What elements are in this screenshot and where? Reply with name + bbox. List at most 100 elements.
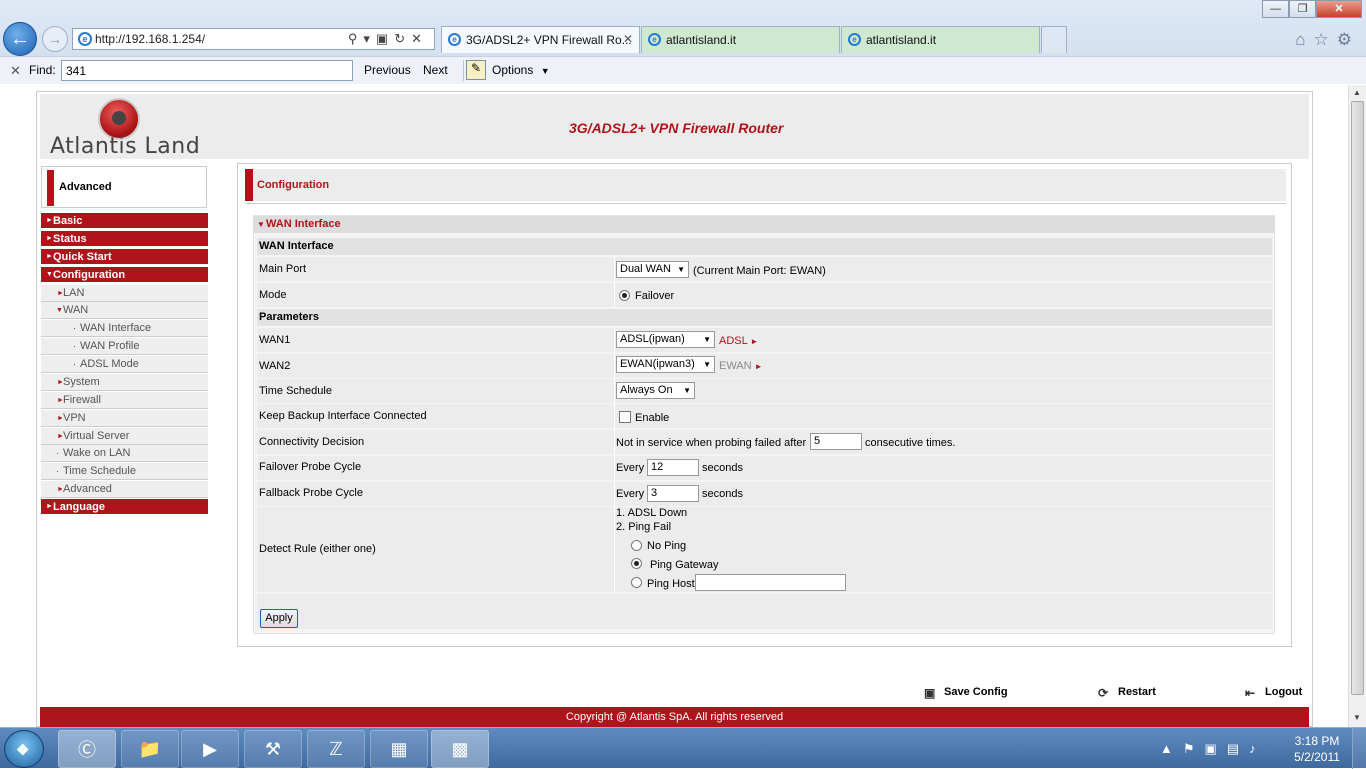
row-wan2: WAN2 (257, 354, 1272, 378)
maximize-button[interactable]: ❐ (1289, 0, 1316, 18)
scrollbar-thumb[interactable] (1351, 101, 1364, 695)
nav-advanced[interactable]: ► Advanced (41, 481, 208, 498)
wan2-select[interactable]: EWAN(ipwan3) ▼ (616, 356, 715, 373)
highlight-icon[interactable]: ✎ (466, 60, 486, 80)
save-config-button[interactable]: ▣ Save Config (924, 686, 1008, 700)
volume-icon[interactable]: ♪ (1249, 741, 1266, 756)
nav-basic[interactable]: ► Basic (41, 213, 208, 229)
nav-virtual-server[interactable]: ► Virtual Server (41, 428, 208, 445)
favorites-icon[interactable]: ☆ (1314, 30, 1337, 49)
link-label: EWAN (719, 360, 752, 372)
copyright-bar: Copyright @ Atlantis SpA. All rights res… (40, 707, 1309, 727)
failover-label: Failover (635, 290, 675, 302)
nav-wan-profile[interactable]: · WAN Profile (41, 338, 208, 355)
tab-atlantisland-2[interactable]: e atlantisland.it (841, 26, 1040, 53)
tab-label: atlantisland.it (866, 33, 937, 47)
connectivity-prefix: Not in service when probing failed after (616, 437, 807, 449)
nav-label: System (63, 376, 100, 388)
taskbar-network[interactable]: ▦ (370, 730, 428, 768)
tab-router[interactable]: e 3G/ADSL2+ VPN Firewall Ro... ✕ (441, 26, 640, 53)
detect-line-2: 2. Ping Fail (616, 521, 672, 533)
nav-label: Time Schedule (63, 465, 136, 477)
adsl-link[interactable]: ADSL ► (719, 335, 758, 347)
nav-system[interactable]: ► System (41, 374, 208, 391)
nav-wan-interface[interactable]: · WAN Interface (41, 320, 208, 337)
failover-radio[interactable] (619, 290, 630, 301)
find-previous-button[interactable]: Previous (364, 63, 411, 77)
taskbar-filezilla[interactable]: ℤ (307, 730, 365, 768)
nav-label: VPN (63, 412, 86, 424)
nav-firewall[interactable]: ► Firewall (41, 392, 208, 409)
start-button[interactable]: ❖ (4, 730, 44, 768)
find-next-button[interactable]: Next (423, 63, 448, 77)
back-button[interactable]: ← (3, 22, 37, 56)
taskbar-media-player[interactable]: ▶ (181, 730, 239, 768)
address-bar[interactable]: e http://192.168.1.254/ ⚲▾▣↻✕ (72, 28, 435, 50)
flag-icon[interactable]: ⚑ (1183, 741, 1205, 756)
section-title: WAN Interface (266, 218, 341, 230)
close-window-button[interactable]: ✕ (1316, 0, 1362, 18)
network-tray-icon[interactable]: ▤ (1227, 741, 1249, 756)
bullet-icon: · (73, 359, 76, 369)
address-tools-icon[interactable]: ⚲▾▣↻✕ (348, 31, 428, 47)
nav-status[interactable]: ► Status (41, 231, 208, 247)
forward-button[interactable]: → (42, 26, 68, 52)
ping-gateway-label: Ping Gateway (650, 559, 719, 571)
gear-icon[interactable]: ⚙ (1337, 30, 1360, 49)
no-ping-radio[interactable] (631, 540, 642, 551)
taskbar-cmd[interactable]: ▩ (431, 730, 489, 768)
close-tab-icon[interactable]: ✕ (623, 32, 633, 46)
nav-lan[interactable]: ► LAN (41, 285, 208, 302)
apply-button[interactable]: Apply (260, 609, 298, 628)
nav-label: Advanced (63, 483, 112, 495)
scroll-up-icon[interactable]: ▲ (1353, 88, 1361, 97)
wan1-select[interactable]: ADSL(ipwan) ▼ (616, 331, 715, 348)
taskbar-explorer[interactable]: 📁 (121, 730, 179, 768)
probe-fail-count-input[interactable]: 5 (810, 433, 862, 450)
ping-gateway-radio[interactable] (631, 558, 642, 569)
nav-wan[interactable]: ▼ WAN (41, 302, 208, 319)
failover-seconds: seconds (702, 462, 743, 474)
show-desktop-button[interactable] (1352, 728, 1366, 769)
close-find-icon[interactable]: ✕ (10, 63, 21, 79)
nav-time-schedule[interactable]: · Time Schedule (41, 463, 208, 480)
main-port-select[interactable]: Dual WAN ▼ (616, 261, 689, 278)
nav-wake-on-lan[interactable]: · Wake on LAN (41, 445, 208, 462)
section-header[interactable]: ▼ WAN Interface (253, 216, 1275, 233)
row-time-schedule: Time Schedule (257, 379, 1272, 403)
nav-adsl-mode[interactable]: · ADSL Mode (41, 356, 208, 373)
restart-button[interactable]: ⟳ Restart (1098, 686, 1156, 700)
nav-configuration[interactable]: ▼ Configuration (41, 267, 208, 283)
find-bar: ✕ Find: 341 Previous Next ✎ Options ▼ (0, 56, 1366, 84)
connectivity-suffix: consecutive times. (865, 437, 956, 449)
failover-probe-input[interactable]: 12 (647, 459, 699, 476)
vertical-scrollbar[interactable]: ▲ ▼ (1348, 85, 1366, 727)
ping-host-input[interactable] (695, 574, 846, 591)
nav-vpn[interactable]: ► VPN (41, 410, 208, 427)
fallback-probe-input[interactable]: 3 (647, 485, 699, 502)
tab-atlantisland-1[interactable]: e atlantisland.it (641, 26, 840, 53)
new-tab-button[interactable] (1041, 26, 1067, 53)
ewan-link[interactable]: EWAN ► (719, 360, 763, 372)
save-config-label: Save Config (944, 686, 1008, 698)
home-icon[interactable]: ⌂ (1295, 30, 1313, 49)
chevron-down-icon: ▼ (703, 335, 711, 344)
nav-quick-start[interactable]: ► Quick Start (41, 249, 208, 265)
ping-host-radio[interactable] (631, 577, 642, 588)
minimize-button[interactable]: — (1262, 0, 1289, 18)
restart-icon: ⟳ (1098, 686, 1109, 700)
taskbar-tool[interactable]: ⚒ (244, 730, 302, 768)
time-schedule-select[interactable]: Always On ▼ (616, 382, 695, 399)
nav-language[interactable]: ► Language (41, 499, 208, 515)
device-icon[interactable]: ▣ (1205, 741, 1227, 756)
logout-button[interactable]: ⇤ Logout (1245, 686, 1302, 700)
config-accent-bar (245, 169, 253, 201)
logo-text: Atlantis Land (50, 134, 201, 159)
find-options-button[interactable]: ✎ Options ▼ (463, 60, 550, 81)
find-input[interactable]: 341 (61, 60, 353, 81)
show-hidden-icons[interactable]: ▲ (1160, 741, 1183, 756)
scroll-down-icon[interactable]: ▼ (1353, 713, 1361, 722)
enable-checkbox[interactable] (619, 411, 631, 423)
taskbar-ie[interactable]: Ⓒ (58, 730, 116, 768)
clock[interactable]: 3:18 PM 5/2/2011 (1290, 733, 1344, 765)
